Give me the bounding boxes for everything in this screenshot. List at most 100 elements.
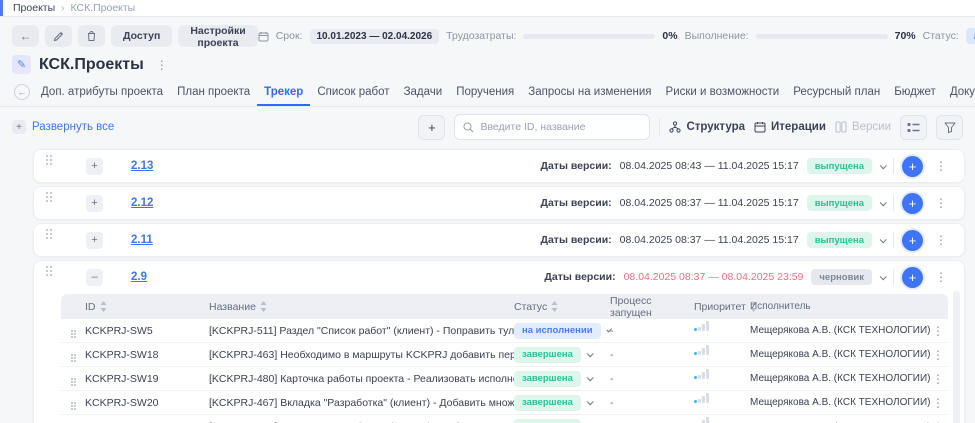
drag-handle-icon[interactable] xyxy=(46,192,48,194)
work-name[interactable]: [KCKPRJ-511] Раздел "Список работ" (клие… xyxy=(209,325,514,337)
version-dates-label: Даты версии: xyxy=(540,234,612,246)
access-button[interactable]: Доступ xyxy=(111,25,173,47)
drag-handle-icon[interactable] xyxy=(46,266,48,268)
column-header-assignee[interactable]: Исполнитель xyxy=(750,301,928,312)
expand-toggle[interactable]: + xyxy=(86,194,103,212)
table-row[interactable]: KCKPRJ-SW21 [KCKPRJ-466] Вкладка "Разраб… xyxy=(61,415,948,423)
divider xyxy=(893,195,894,211)
version-status-badge[interactable]: выпущена xyxy=(806,158,872,174)
add-work-button[interactable]: + xyxy=(902,229,923,251)
tab-dop-atributy[interactable]: Доп. атрибуты проекта xyxy=(34,78,170,106)
version-status-badge[interactable]: выпущена xyxy=(806,195,872,211)
chevron-down-icon[interactable] xyxy=(586,398,594,406)
project-edit-icon[interactable]: ✎ xyxy=(12,55,31,74)
work-status-badge[interactable]: завершена xyxy=(514,346,581,363)
pencil-icon xyxy=(53,31,63,41)
tab-zadachi[interactable]: Задачи xyxy=(397,78,450,106)
version-card-2-9: – 2.9 Даты версии: 08.04.2025 08:37 — 08… xyxy=(33,260,965,423)
title-kebab-menu[interactable]: ⋮ xyxy=(152,57,172,73)
expand-toggle[interactable]: + xyxy=(86,157,103,175)
drag-handle-icon[interactable] xyxy=(46,229,48,231)
version-link[interactable]: 2.13 xyxy=(131,160,153,172)
work-name[interactable]: [KCKPRJ-467] Вкладка "Разработка" (клиен… xyxy=(209,397,514,409)
iterations-button[interactable]: Итерации xyxy=(754,121,826,133)
filter-button[interactable] xyxy=(936,114,963,140)
work-status-badge[interactable]: завершена xyxy=(514,370,581,387)
versions-button[interactable]: Версии xyxy=(835,121,891,133)
table-row[interactable]: KCKPRJ-SW5 [KCKPRJ-511] Раздел "Список р… xyxy=(61,319,948,343)
column-header-name[interactable]: Название xyxy=(209,301,514,313)
expand-toggle[interactable]: + xyxy=(86,231,103,249)
calendar-icon xyxy=(258,31,269,41)
version-status-badge[interactable]: черновик xyxy=(811,269,872,285)
term-value[interactable]: 10.01.2023 — 02.04.2026 xyxy=(309,28,440,44)
tab-spisok-rabot[interactable]: Список работ xyxy=(310,78,396,106)
drag-handle-icon[interactable] xyxy=(71,401,73,404)
status-badge[interactable]: активен xyxy=(965,28,975,44)
expand-all-button[interactable]: + Развернуть все xyxy=(12,120,114,134)
add-work-button[interactable]: + xyxy=(902,192,923,214)
tabs-scroll-left-button[interactable]: ← xyxy=(14,84,30,100)
back-button[interactable]: ← xyxy=(12,25,39,47)
drag-handle-icon[interactable] xyxy=(71,353,73,356)
table-row[interactable]: KCKPRJ-SW20 [KCKPRJ-467] Вкладка "Разраб… xyxy=(61,391,948,415)
chevron-down-icon[interactable] xyxy=(879,198,887,206)
delete-button[interactable] xyxy=(78,25,105,47)
work-status-badge[interactable]: завершена xyxy=(514,394,581,411)
tab-riski[interactable]: Риски и возможности xyxy=(659,78,787,106)
version-link[interactable]: 2.12 xyxy=(131,197,153,209)
version-link[interactable]: 2.9 xyxy=(131,271,147,283)
chevron-down-icon[interactable] xyxy=(586,350,594,358)
tab-plan-proekta[interactable]: План проекта xyxy=(170,78,257,106)
display-settings-button[interactable] xyxy=(900,114,927,140)
version-status-badge[interactable]: выпущена xyxy=(806,232,872,248)
edit-button[interactable] xyxy=(45,25,72,47)
table-row[interactable]: KCKPRJ-SW18 [KCKPRJ-463] Необходимо в ма… xyxy=(61,343,948,367)
chevron-down-icon[interactable] xyxy=(879,235,887,243)
work-assignee: Мещерякова А.В. (КСК ТЕХНОЛОГИИ) xyxy=(750,397,931,408)
add-version-button[interactable]: + xyxy=(418,114,446,140)
work-status-badge[interactable]: завершена xyxy=(514,419,581,423)
title-row: ✎ КСК.Проекты ⋮ xyxy=(0,47,975,76)
version-dates: 08.04.2025 08:43 — 11.04.2025 15:17 xyxy=(619,160,799,172)
add-work-button[interactable]: + xyxy=(902,266,923,288)
structure-button[interactable]: Структура xyxy=(669,121,745,133)
version-kebab-menu[interactable]: ⋮ xyxy=(931,158,951,174)
chevron-down-icon[interactable] xyxy=(586,374,594,382)
version-link[interactable]: 2.11 xyxy=(131,234,153,246)
row-kebab-menu[interactable]: ⋮ xyxy=(928,371,948,387)
row-kebab-menu[interactable]: ⋮ xyxy=(928,323,948,339)
work-status-badge[interactable]: на исполнении xyxy=(514,322,601,339)
column-header-process[interactable]: Процесс запущен xyxy=(610,295,694,319)
scrollbar[interactable] xyxy=(953,291,960,423)
work-name[interactable]: [KCKPRJ-463] Необходимо в маршруты KCKPR… xyxy=(209,349,514,361)
column-header-priority[interactable]: Приоритет xyxy=(694,301,757,313)
add-work-button[interactable]: + xyxy=(902,155,923,177)
drag-handle-icon[interactable] xyxy=(71,377,73,380)
project-settings-button[interactable]: Настройки проекта xyxy=(178,25,258,49)
tab-treker[interactable]: Трекер xyxy=(257,78,310,106)
search-input[interactable] xyxy=(480,121,642,133)
tab-zaprosy[interactable]: Запросы на изменения xyxy=(521,78,658,106)
row-kebab-menu[interactable]: ⋮ xyxy=(928,347,948,363)
row-kebab-menu[interactable]: ⋮ xyxy=(928,419,948,423)
breadcrumb-projects[interactable]: Проекты xyxy=(13,2,55,14)
chevron-down-icon[interactable] xyxy=(879,161,887,169)
tab-dokumenty[interactable]: Документы xyxy=(943,78,975,106)
drag-handle-icon[interactable] xyxy=(46,155,48,157)
drag-handle-icon[interactable] xyxy=(71,329,73,332)
column-header-id[interactable]: ID xyxy=(83,301,209,313)
tab-porucheniya[interactable]: Поручения xyxy=(449,78,521,106)
table-row[interactable]: KCKPRJ-SW19 [KCKPRJ-480] Карточка работы… xyxy=(61,367,948,391)
row-kebab-menu[interactable]: ⋮ xyxy=(928,395,948,411)
tab-byudzhet[interactable]: Бюджет xyxy=(887,78,943,106)
tab-resursny-plan[interactable]: Ресурсный план xyxy=(786,78,887,106)
version-kebab-menu[interactable]: ⋮ xyxy=(931,195,951,211)
chevron-down-icon[interactable] xyxy=(879,272,887,280)
version-kebab-menu[interactable]: ⋮ xyxy=(931,269,951,285)
column-header-status[interactable]: Статус xyxy=(514,301,610,313)
search-icon xyxy=(463,122,474,132)
version-kebab-menu[interactable]: ⋮ xyxy=(931,232,951,248)
collapse-toggle[interactable]: – xyxy=(86,268,103,286)
work-name[interactable]: [KCKPRJ-480] Карточка работы проекта - Р… xyxy=(209,373,514,385)
